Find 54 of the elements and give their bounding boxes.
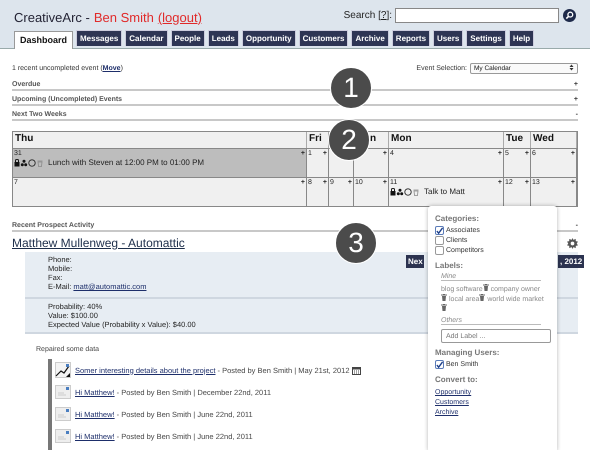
nav-tab[interactable]: Reports: [392, 30, 430, 46]
step-marker: 3: [335, 222, 377, 264]
event-title[interactable]: Talk to Matt: [424, 187, 465, 196]
note-thumbnail-icon: [55, 385, 71, 399]
chart-thumbnail-icon: [55, 362, 71, 378]
step-marker: 1: [330, 67, 372, 109]
app-name: CreativeArc -: [14, 10, 90, 24]
category-checkbox[interactable]: [435, 236, 444, 245]
logout-link[interactable]: (logout): [158, 10, 202, 24]
panel-heading: Managing Users:: [435, 348, 500, 357]
prospect-name-link[interactable]: Matthew Mullenweg - Automattic: [12, 236, 185, 250]
event-title[interactable]: Lunch with Steven at 12:00 PM to 01:00 PM: [48, 158, 204, 167]
nav-tab[interactable]: Customers: [298, 30, 348, 46]
date-badge: , 2012: [558, 255, 584, 268]
note-thumbnail-icon: [55, 429, 71, 443]
note-thumbnail-icon: [55, 407, 71, 421]
search-icon[interactable]: [563, 8, 576, 22]
nav-tab[interactable]: Dashboard: [14, 31, 74, 49]
weekday-heading: Thu: [15, 133, 34, 144]
search-label: ]:: [386, 10, 392, 20]
category-checkbox[interactable]: [435, 226, 444, 235]
weekday-heading: n: [370, 133, 376, 144]
calendar-icon[interactable]: [352, 366, 361, 374]
trash-icon[interactable]: [479, 294, 486, 301]
category-checkbox[interactable]: [435, 246, 444, 255]
nav-tab[interactable]: People: [170, 30, 205, 46]
nav-tab[interactable]: Messages: [76, 30, 122, 46]
weekday-heading: Wed: [533, 133, 554, 144]
nav-tab[interactable]: Users: [433, 30, 464, 46]
search-field[interactable]: [395, 8, 559, 22]
nav-tab[interactable]: Calendar: [125, 30, 168, 46]
trash-icon[interactable]: [441, 304, 447, 311]
nav-tab[interactable]: Leads: [208, 30, 239, 46]
user-name: Ben Smith: [94, 10, 154, 24]
updown-arrows-icon[interactable]: [569, 64, 574, 71]
trash-icon[interactable]: [441, 294, 447, 301]
event-icons-drawing[interactable]: [390, 188, 420, 196]
next-button[interactable]: Nex: [406, 255, 424, 268]
nav-tab[interactable]: Opportunity: [242, 30, 296, 46]
event-icons-drawing[interactable]: [14, 158, 44, 166]
panel-heading: Convert to:: [435, 375, 478, 384]
search-help-link[interactable]: ?: [380, 10, 386, 20]
gear-icon[interactable]: [567, 238, 578, 248]
weekday-heading: Mon: [391, 133, 412, 144]
nav-tab[interactable]: Settings: [466, 30, 506, 46]
manager-checkbox[interactable]: [435, 360, 444, 369]
weekday-heading: Fri: [309, 133, 322, 144]
trash-icon[interactable]: [482, 284, 489, 291]
search-label: Search [: [344, 10, 381, 20]
nav-tab[interactable]: Help: [508, 30, 534, 46]
nav-tab[interactable]: Archive: [351, 30, 389, 46]
panel-heading: Categories:: [435, 214, 480, 223]
panel-heading: Labels:: [435, 261, 464, 270]
weekday-heading: Tue: [506, 133, 524, 144]
